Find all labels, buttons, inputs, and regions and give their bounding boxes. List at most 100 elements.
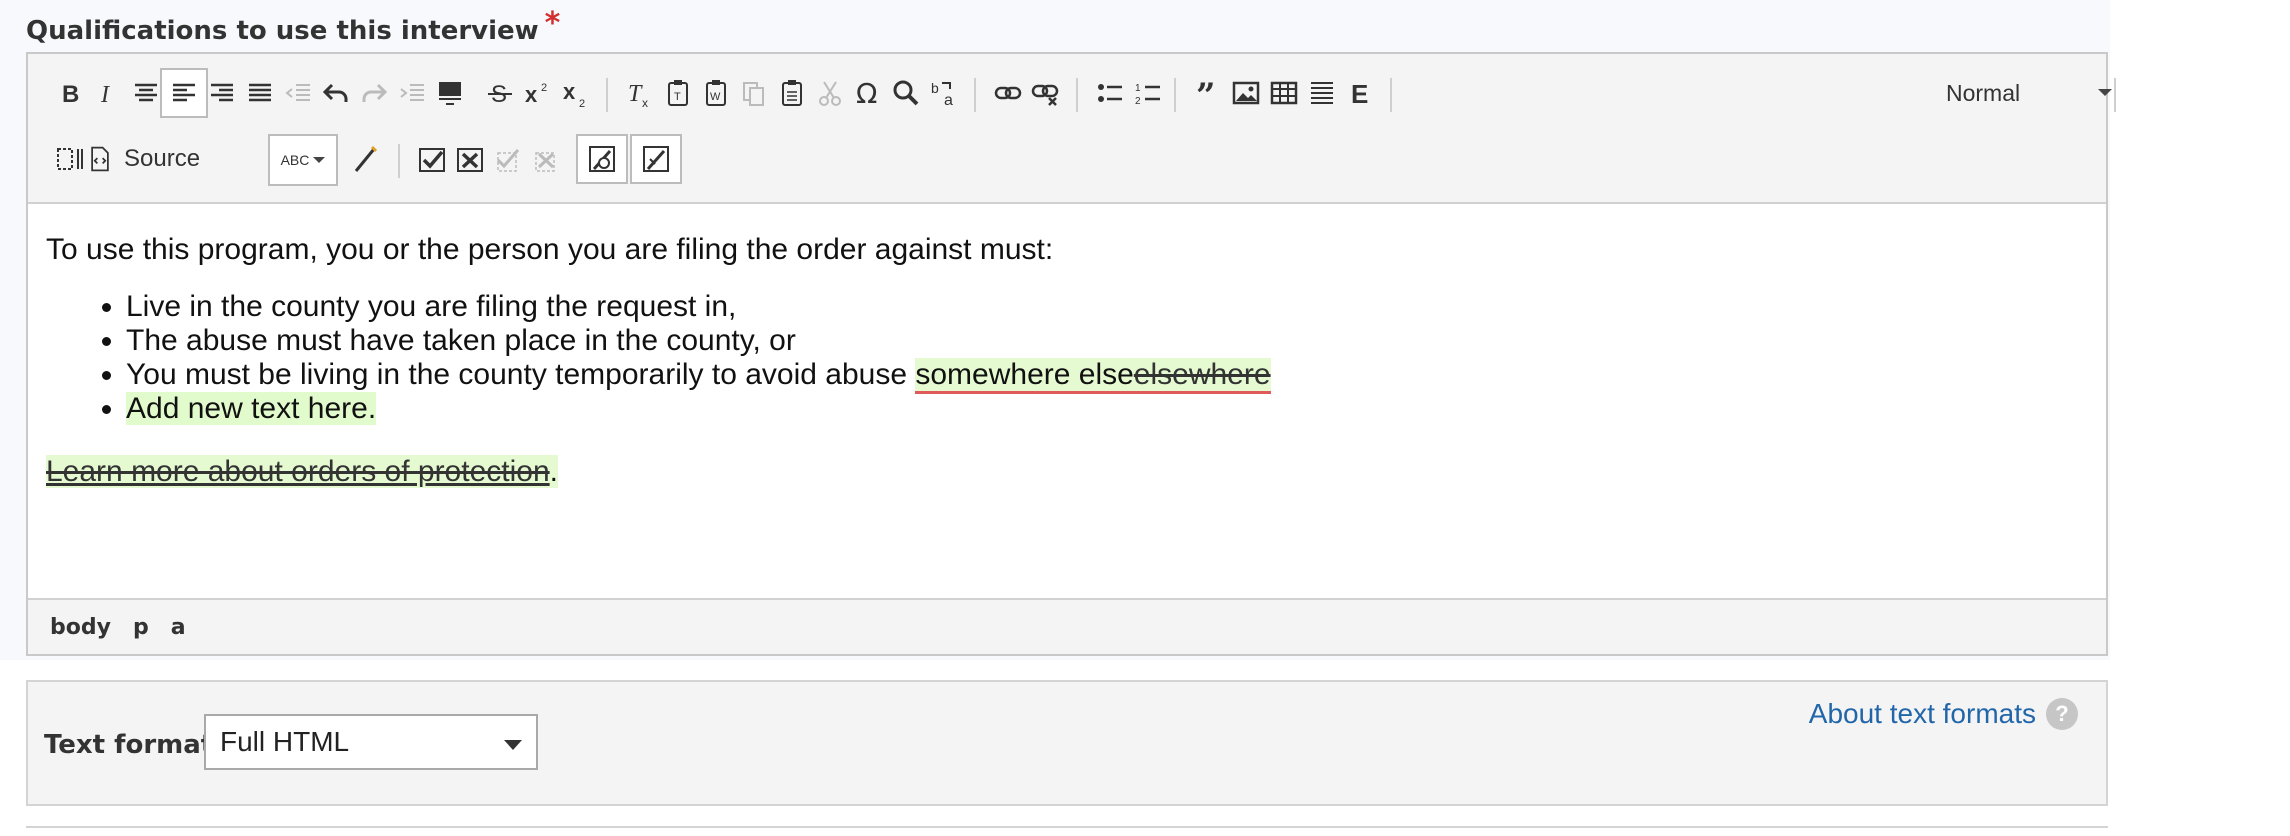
element-path-bar: body p a xyxy=(28,598,2106,654)
show-changes-button[interactable] xyxy=(576,134,628,184)
cut-icon xyxy=(819,81,841,106)
source-button-label: Source xyxy=(124,145,201,172)
next-field-edge xyxy=(26,826,2108,836)
embed-button[interactable]: E xyxy=(1336,68,1384,118)
accept-icon xyxy=(419,148,445,172)
field-label-text: Qualifications to use this interview xyxy=(26,16,539,46)
chevron-down-icon xyxy=(504,740,522,750)
field-label: Qualifications to use this interview * xyxy=(26,6,560,47)
path-item-body[interactable]: body xyxy=(50,615,111,640)
about-text-formats-link[interactable]: About text formats xyxy=(1809,698,2036,730)
subscript-button[interactable]: x2 xyxy=(552,68,600,118)
svg-text:x: x xyxy=(642,96,648,109)
list-item-text: You must be living in the county tempora… xyxy=(126,358,916,391)
indent-icon xyxy=(400,84,424,101)
paste-word-icon: W xyxy=(706,80,726,106)
learn-more-tail: . xyxy=(549,455,558,488)
toolbar-separator xyxy=(398,144,400,178)
required-marker: * xyxy=(544,6,561,41)
numbered-list-icon: 12 xyxy=(1135,83,1160,107)
svg-text:a: a xyxy=(944,92,953,109)
svg-text:T: T xyxy=(674,91,681,103)
toolbar-separator xyxy=(1174,78,1176,112)
align-center-icon xyxy=(135,83,157,102)
chevron-down-icon xyxy=(313,157,326,163)
reject-all-icon xyxy=(535,152,555,172)
svg-text:2: 2 xyxy=(541,82,547,94)
magic-wand-icon xyxy=(354,145,378,172)
chevron-down-icon xyxy=(2098,89,2112,96)
quote-icon: ” xyxy=(1196,77,1216,109)
inserted-text: Add new text here. xyxy=(126,392,377,425)
toolbar-separator xyxy=(606,78,608,112)
text-format-panel: Text format Full HTML About text formats… xyxy=(26,680,2108,806)
svg-text:T: T xyxy=(628,81,643,107)
spellcheck-icon: ABC xyxy=(280,152,310,168)
intro-paragraph: To use this program, you or the person y… xyxy=(46,233,1054,266)
svg-text:b: b xyxy=(931,80,939,96)
rich-text-editor: B I S x2 x2 Tx T W Ω ba 1 2 ” E Normal S… xyxy=(26,52,2116,656)
reject-all-button[interactable] xyxy=(522,134,570,184)
numbered-list-button[interactable]: 12 xyxy=(1124,68,1172,118)
accept-all-icon xyxy=(496,149,520,172)
subscript-icon: x2 xyxy=(563,79,585,109)
italic-icon: I xyxy=(100,82,110,108)
image-icon xyxy=(1232,81,1260,105)
learn-more-link[interactable]: Learn more about orders of protection xyxy=(46,455,550,488)
list-item: Add new text here. xyxy=(126,392,2086,426)
remove-format-icon: Tx xyxy=(628,81,648,109)
block-button[interactable] xyxy=(426,68,474,118)
undo-icon xyxy=(322,83,348,102)
list-item: The abuse must have taken place in the c… xyxy=(126,324,2086,358)
replace-icon: ba xyxy=(931,80,953,109)
bold-icon: B xyxy=(62,81,79,108)
toolbar-separator xyxy=(1390,78,1392,112)
text-format-select[interactable]: Full HTML xyxy=(204,714,538,770)
learn-more-paragraph: Learn more about orders of protection. xyxy=(46,452,2086,492)
link-icon xyxy=(994,86,1022,100)
bulleted-list-icon xyxy=(1098,84,1122,102)
path-item-p[interactable]: p xyxy=(133,615,149,640)
omega-icon: Ω xyxy=(856,77,877,109)
copy-icon xyxy=(743,82,764,106)
spellcheck-button[interactable]: ABC xyxy=(268,134,338,186)
track-changes-icon xyxy=(643,146,669,172)
toolbar-separator xyxy=(1076,78,1078,112)
outdent-icon xyxy=(285,84,310,101)
paste-icon xyxy=(782,80,802,106)
editor-content[interactable]: To use this program, you or the person y… xyxy=(46,230,2086,492)
about-text-formats[interactable]: About text formats ? xyxy=(1809,698,2078,730)
unlink-icon xyxy=(1031,84,1059,106)
svg-text:I: I xyxy=(100,82,110,108)
editor-toolbar: B I S x2 x2 Tx T W Ω ba 1 2 ” E Normal S… xyxy=(28,54,2116,204)
list-item: You must be living in the county tempora… xyxy=(126,358,2086,394)
search-icon xyxy=(893,80,919,106)
align-left-icon xyxy=(173,83,195,102)
path-item-a[interactable]: a xyxy=(171,615,186,640)
deleted-text: elsewhere xyxy=(1133,358,1271,391)
help-icon[interactable]: ? xyxy=(2046,698,2078,730)
list-item: Live in the county you are filing the re… xyxy=(126,290,2086,324)
strikethrough-icon: S xyxy=(488,81,512,108)
unlink-button[interactable] xyxy=(1022,68,1070,118)
svg-text:2: 2 xyxy=(1135,96,1141,107)
svg-text:x: x xyxy=(525,82,538,107)
svg-text:E: E xyxy=(1351,79,1368,109)
svg-text:W: W xyxy=(710,91,721,103)
svg-text:B: B xyxy=(62,81,79,108)
svg-text:x: x xyxy=(563,79,576,104)
source-button[interactable]: Source xyxy=(86,134,200,184)
format-combo[interactable]: Normal xyxy=(1946,70,2126,116)
svg-text:1: 1 xyxy=(1135,83,1141,94)
track-changes-button[interactable] xyxy=(630,134,682,184)
replace-button[interactable]: ba xyxy=(920,68,968,118)
tracked-change-group: somewhere elseelsewhere xyxy=(915,358,1271,394)
svg-text:Ω: Ω xyxy=(856,77,877,109)
format-combo-value: Normal xyxy=(1946,79,2021,106)
magic-wand-button[interactable] xyxy=(342,134,390,184)
text-format-selected: Full HTML xyxy=(220,726,350,757)
block-icon xyxy=(439,82,461,105)
text-format-label: Text format xyxy=(44,730,214,760)
horizontal-rule-icon xyxy=(1311,82,1333,104)
reject-icon xyxy=(457,148,483,172)
